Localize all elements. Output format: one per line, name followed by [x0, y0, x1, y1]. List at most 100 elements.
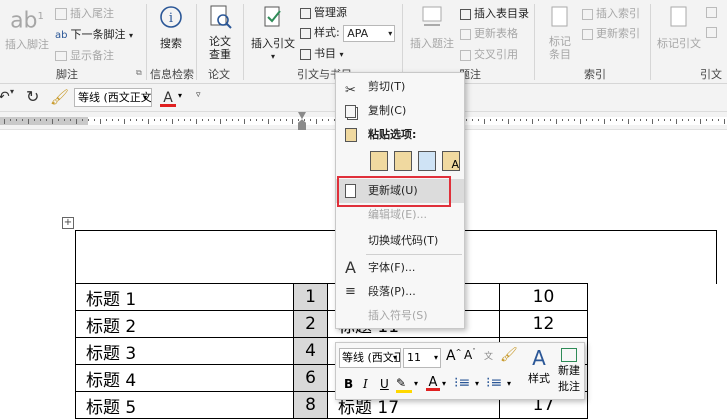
- highlighter-bar: [396, 390, 412, 393]
- divider: [534, 4, 535, 80]
- table-cell[interactable]: 4: [293, 337, 328, 365]
- menu-item-paragraph[interactable]: ≡ 段落(P)...: [336, 280, 464, 304]
- manage-sources-button[interactable]: 管理源: [300, 4, 347, 20]
- next-footnote-button[interactable]: ab 下一条脚注 ▾: [55, 26, 133, 42]
- cross-reference-icon: [460, 49, 471, 61]
- dropdown-arrow-icon[interactable]: ▾: [178, 91, 182, 100]
- table-cell[interactable]: 标题 4: [75, 364, 294, 392]
- styles-button[interactable]: A 样式: [524, 346, 554, 396]
- dropdown-arrow-icon[interactable]: ▾: [507, 379, 511, 388]
- bold-button[interactable]: B: [344, 377, 353, 391]
- font-color-button[interactable]: A: [160, 87, 176, 107]
- paste-keep-source-icon[interactable]: [370, 151, 388, 171]
- mini-font-color-button[interactable]: A: [426, 375, 440, 391]
- new-comment-label: 新建: [558, 364, 580, 377]
- style-icon: [300, 27, 311, 39]
- new-comment-button[interactable]: 新建 批注: [555, 346, 583, 396]
- table-row: 标题 11标题 910: [75, 283, 588, 311]
- style-select[interactable]: 样式: APA ▾: [300, 24, 396, 42]
- show-notes-button[interactable]: 显示备注: [55, 47, 114, 63]
- toa-small-icon[interactable]: [706, 25, 717, 38]
- paste-picture-icon[interactable]: [418, 151, 436, 171]
- dropdown-arrow-icon[interactable]: ▾: [475, 379, 479, 388]
- insert-index-icon: [582, 8, 593, 20]
- dropdown-arrow-icon[interactable]: ▾: [10, 87, 14, 96]
- redo-icon[interactable]: ↻: [26, 87, 39, 106]
- info-search-group-label: 信息检索: [150, 68, 194, 81]
- insert-caption-icon: [422, 6, 442, 26]
- table-cell[interactable]: 10: [499, 283, 588, 311]
- insert-citation-label: 插入引文: [251, 37, 295, 50]
- insert-table-of-figures-button[interactable]: 插入表目录: [460, 5, 529, 21]
- font-name-field[interactable]: 等线 (西文正文: [74, 88, 152, 107]
- insert-footnote-button[interactable]: ab1 插入脚注: [4, 4, 50, 51]
- dropdown-arrow-icon: ▾: [339, 50, 344, 59]
- dropdown-arrow-icon[interactable]: ▾: [414, 379, 418, 388]
- underline-button[interactable]: U: [380, 377, 389, 391]
- highlighter-icon: ✎: [396, 376, 407, 390]
- mark-entry-button[interactable]: 标记条目: [540, 4, 580, 61]
- divider: [402, 4, 403, 80]
- menu-item-edit-field[interactable]: 编辑域(E)...: [336, 203, 464, 227]
- mark-citation-button[interactable]: 标记引文: [656, 4, 702, 50]
- bullets-icon[interactable]: ⁝≡: [454, 375, 470, 391]
- format-painter-icon[interactable]: 🖌: [500, 347, 518, 363]
- table-cell[interactable]: 6: [293, 364, 328, 392]
- dialog-launcher-icon[interactable]: ⧉: [136, 68, 142, 78]
- update-table-button[interactable]: 更新表格: [460, 25, 518, 41]
- customize-qat-icon[interactable]: ▿: [196, 90, 201, 100]
- cross-reference-button[interactable]: 交叉引用: [460, 46, 518, 62]
- highlighter-button[interactable]: ✎: [396, 376, 412, 393]
- menu-item-insert-symbol[interactable]: 插入符号(S): [336, 304, 464, 328]
- table-cell[interactable]: 标题 1: [75, 283, 294, 311]
- shrink-font-icon[interactable]: Aˇ: [464, 348, 476, 362]
- update-index-button[interactable]: 更新索引: [582, 25, 640, 41]
- dropdown-arrow-icon: ▾: [128, 31, 133, 40]
- insert-endnote-button[interactable]: 插入尾注: [55, 5, 114, 21]
- table-cell[interactable]: 8: [293, 391, 328, 419]
- mark-entry-label: 标记条目: [549, 35, 571, 61]
- table-cell[interactable]: 标题 3: [75, 337, 294, 365]
- mini-font-size-field[interactable]: 11 ▾: [403, 348, 441, 368]
- paragraph-icon: ≡: [345, 284, 356, 299]
- table-move-handle-icon[interactable]: +: [62, 217, 74, 229]
- undo-icon[interactable]: ↶: [0, 89, 10, 105]
- mini-toolbar: 等线 (西文正 ▾ 11 ▾ A^ Aˇ 文 🖌 A 样式 新建 批注 B I U…: [335, 342, 585, 400]
- table-row: 标题 22标题 1112: [75, 310, 588, 338]
- numbering-icon[interactable]: ⁝≡: [486, 375, 502, 391]
- bibliography-button[interactable]: 书目 ▾: [300, 45, 344, 61]
- table-cell[interactable]: 标题 2: [75, 310, 294, 338]
- table-cell[interactable]: 2: [293, 310, 328, 338]
- search-button[interactable]: i 搜索: [152, 4, 190, 50]
- menu-item-font[interactable]: A 字体(F)...: [336, 256, 464, 280]
- menu-item-cut[interactable]: ✂ 剪切(T): [336, 75, 464, 99]
- dropdown-arrow-icon[interactable]: ▾: [143, 93, 147, 102]
- table-cell[interactable]: 1: [293, 283, 328, 311]
- format-painter-icon[interactable]: 🖌: [50, 88, 69, 106]
- thesis-check-label: 论文查重: [209, 35, 231, 61]
- dropdown-arrow-icon[interactable]: ▾: [442, 379, 446, 388]
- manage-sources-icon: [300, 7, 311, 19]
- italic-button[interactable]: I: [363, 377, 368, 391]
- insert-footnote-label: 插入脚注: [5, 38, 49, 52]
- insert-caption-button[interactable]: 插入题注: [410, 4, 454, 50]
- svg-text:i: i: [169, 11, 173, 26]
- paste-merge-formatting-icon[interactable]: [394, 151, 412, 171]
- dropdown-arrow-icon[interactable]: ▾: [393, 353, 397, 362]
- paste-text-only-icon[interactable]: A: [442, 151, 460, 171]
- phonetic-guide-icon[interactable]: 文: [484, 349, 493, 362]
- toa-small-icon[interactable]: [706, 5, 717, 18]
- table-cell[interactable]: 12: [499, 310, 588, 338]
- style-value-field[interactable]: APA ▾: [343, 24, 396, 42]
- menu-item-copy[interactable]: 复制(C): [336, 99, 464, 123]
- paste-options-header: 粘贴选项:: [336, 123, 464, 147]
- thesis-check-button[interactable]: 论文查重: [203, 4, 237, 61]
- table-cell[interactable]: 标题 5: [75, 391, 294, 419]
- context-menu: ✂ 剪切(T) 复制(C) 粘贴选项: A 更新域(U) 编辑域(E)... 切换…: [335, 72, 465, 329]
- bibliography-icon: [300, 48, 311, 60]
- mini-font-name-field[interactable]: 等线 (西文正: [339, 348, 401, 368]
- menu-item-toggle-field-codes[interactable]: 切换域代码(T): [336, 229, 464, 253]
- insert-citation-button[interactable]: 插入引文 ▾: [250, 4, 296, 63]
- insert-index-button[interactable]: 插入索引: [582, 5, 640, 21]
- grow-font-icon[interactable]: A^: [446, 348, 461, 364]
